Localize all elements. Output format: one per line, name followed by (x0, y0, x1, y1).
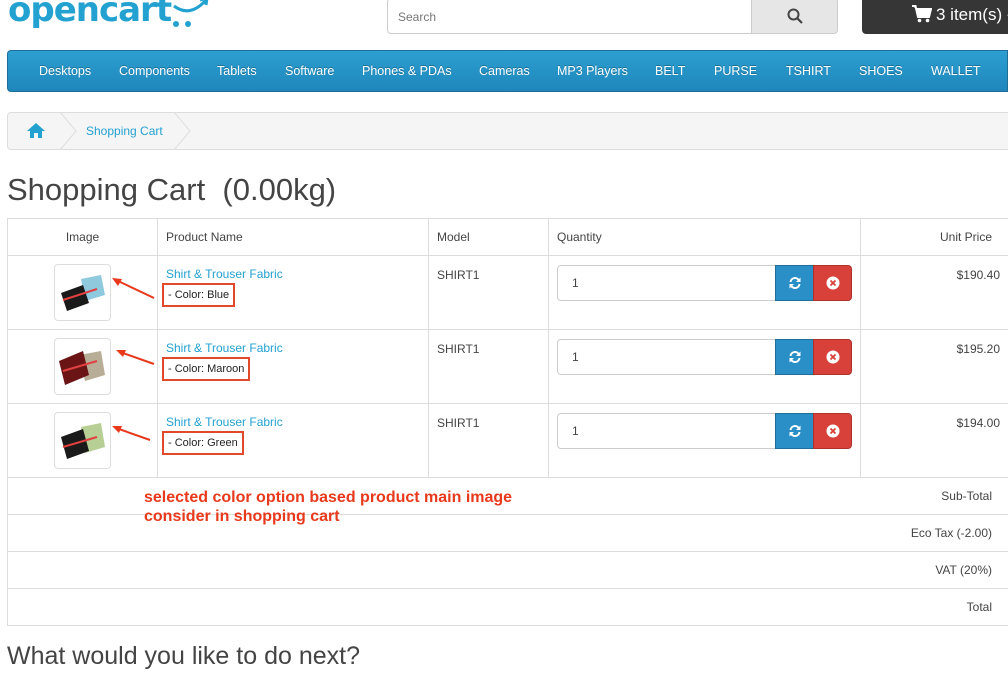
search-bar (387, 0, 838, 34)
cart-table: Image Product Name Model Quantity Unit P… (7, 218, 1008, 626)
product-option-color: - Color: Blue (162, 283, 236, 307)
totals-row: VAT (20%) (7, 551, 1008, 589)
menu-item-belt[interactable]: BELT (655, 51, 685, 91)
fabric-image-blue (57, 267, 108, 318)
product-name-link[interactable]: Shirt & Trouser Fabric (166, 415, 420, 429)
remove-button[interactable] (813, 339, 852, 375)
remove-circle-icon (826, 350, 839, 364)
product-thumbnail[interactable] (54, 338, 111, 395)
fabric-image-maroon (57, 341, 108, 392)
product-name-link[interactable]: Shirt & Trouser Fabric (166, 341, 420, 355)
menu-item-phones-pdas[interactable]: Phones & PDAs (362, 51, 452, 91)
total-label-total: Total (7, 588, 1008, 626)
table-row: Shirt & Trouser Fabric - Color: Blue SHI… (7, 255, 1008, 330)
quantity-group (557, 413, 852, 449)
page-title: Shopping Cart (0.00kg) (7, 172, 337, 207)
menu-item-shoes[interactable]: SHOES (859, 51, 903, 91)
col-header-model: Model (428, 218, 549, 256)
annotation-line-2: consider in shopping cart (144, 508, 340, 525)
refresh-icon (789, 425, 800, 437)
fabric-image-green (57, 415, 108, 466)
remove-circle-icon (826, 276, 839, 290)
quantity-input[interactable] (557, 413, 776, 449)
search-input[interactable] (387, 0, 752, 34)
menu-item-cameras[interactable]: Cameras (479, 51, 530, 91)
option-text: - Color: Maroon (168, 363, 245, 375)
opencart-logo[interactable]: opencart (8, 0, 172, 30)
col-header-quantity: Quantity (548, 218, 861, 256)
menu-item-components[interactable]: Components (119, 51, 190, 91)
col-header-product-name: Product Name (157, 218, 429, 256)
annotation-arrow (116, 350, 155, 365)
update-button[interactable] (775, 339, 814, 375)
search-button[interactable] (751, 0, 838, 34)
remove-button[interactable] (813, 413, 852, 449)
home-icon[interactable] (26, 122, 46, 139)
product-name-link[interactable]: Shirt & Trouser Fabric (166, 267, 420, 281)
quantity-input[interactable] (557, 339, 776, 375)
cart-button[interactable]: 3 item(s) - (862, 0, 1008, 34)
breadcrumb-separator (174, 112, 191, 150)
logo-text: opencart (8, 0, 172, 30)
menu-item-tablets[interactable]: Tablets (217, 51, 257, 91)
total-label-vat: VAT (20%) (7, 551, 1008, 589)
option-text: - Color: Blue (168, 289, 230, 301)
quantity-input[interactable] (557, 265, 776, 301)
annotation-note: selected color option based product main… (144, 488, 512, 526)
model-cell: SHIRT1 (428, 255, 549, 330)
product-option-color: - Color: Maroon (162, 357, 251, 381)
table-row: Shirt & Trouser Fabric - Color: Green SH… (7, 403, 1008, 478)
update-button[interactable] (775, 265, 814, 301)
menu-item-mp3-players[interactable]: MP3 Players (557, 51, 628, 91)
unit-price-cell: $190.40 (860, 255, 1008, 330)
product-thumbnail[interactable] (54, 412, 111, 469)
logo-cart-icon (173, 0, 209, 27)
breadcrumb-shopping-cart[interactable]: Shopping Cart (86, 124, 163, 138)
update-button[interactable] (775, 413, 814, 449)
quantity-group (557, 339, 852, 375)
model-cell: SHIRT1 (428, 403, 549, 478)
remove-circle-icon (826, 424, 839, 438)
option-text: - Color: Green (168, 437, 238, 449)
breadcrumb-separator (60, 112, 77, 150)
search-icon (787, 8, 803, 24)
refresh-icon (789, 351, 800, 363)
next-steps-heading: What would you like to do next? (7, 642, 360, 670)
table-row: Shirt & Trouser Fabric - Color: Maroon S… (7, 329, 1008, 404)
menu-item-desktops[interactable]: Desktops (39, 51, 91, 91)
menu-item-purse[interactable]: PURSE (714, 51, 757, 91)
menu-item-software[interactable]: Software (285, 51, 334, 91)
menu-item-tshirt[interactable]: TSHIRT (786, 51, 831, 91)
annotation-arrow (112, 278, 155, 299)
unit-price-cell: $194.00 (860, 403, 1008, 478)
col-header-unit-price: Unit Price (860, 218, 1008, 256)
totals-row: Total (7, 588, 1008, 626)
menu-item-wallet[interactable]: WALLET (931, 51, 981, 91)
product-option-color: - Color: Green (162, 431, 244, 455)
refresh-icon (789, 277, 800, 289)
quantity-group (557, 265, 852, 301)
breadcrumb: Shopping Cart (7, 112, 1008, 150)
shopping-cart-icon (912, 5, 932, 23)
product-thumbnail[interactable] (54, 264, 111, 321)
unit-price-cell: $195.20 (860, 329, 1008, 404)
cart-total-label: 3 item(s) - (936, 5, 1008, 24)
annotation-line-1: selected color option based product main… (144, 489, 513, 506)
model-cell: SHIRT1 (428, 329, 549, 404)
col-header-image: Image (7, 218, 158, 256)
table-header-row: Image Product Name Model Quantity Unit P… (7, 218, 1008, 256)
annotation-arrow (112, 426, 151, 441)
remove-button[interactable] (813, 265, 852, 301)
main-menu: Desktops Components Tablets Software Pho… (7, 50, 1008, 92)
